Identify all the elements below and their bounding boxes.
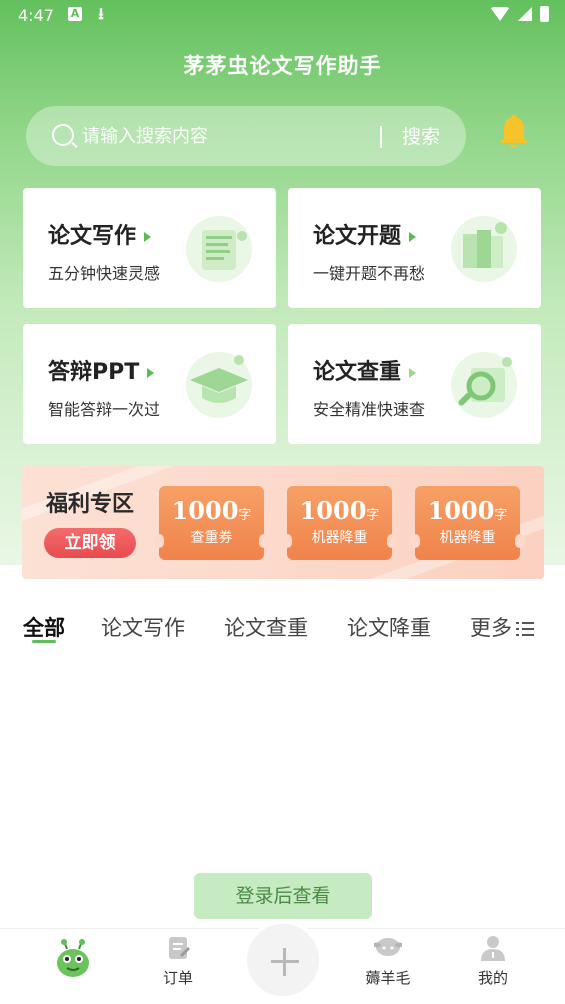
feature-title: 论文查重 (313, 360, 402, 385)
feature-title-row: 论文开题 (313, 218, 417, 250)
coupon-unit: 字 (238, 508, 252, 523)
caterpillar-mascot-icon (57, 939, 89, 977)
coupon-amount: 1000 (171, 496, 239, 525)
add-button[interactable] (243, 920, 323, 1000)
page-title: 茅茅虫论文写作助手 (183, 54, 382, 78)
magnifier-document-icon (451, 352, 517, 418)
feature-title: 答辩PPT (48, 360, 140, 385)
nav-label-wool: 薅羊毛 (365, 969, 411, 987)
feature-card-defense-ppt[interactable]: 答辩PPT 智能答辩一次过 (23, 324, 276, 444)
battery-icon (540, 6, 549, 22)
login-to-view-button[interactable]: 登录后查看 (194, 873, 372, 919)
coupon-plagiarism[interactable]: 1000字 查重券 (154, 486, 269, 560)
active-tab-indicator (32, 640, 56, 643)
search-divider (380, 126, 382, 148)
welfare-title: 福利专区 (46, 492, 135, 517)
download-icon: ⭳ (98, 4, 104, 23)
nav-label-mine: 我的 (477, 969, 508, 987)
feature-subtitle: 五分钟快速灵感 (48, 264, 161, 283)
coupon-amount-row: 1000字 (159, 496, 264, 525)
arrow-right-icon (144, 232, 152, 242)
books-icon (451, 216, 517, 282)
tab-rewrite[interactable]: 论文降重 (347, 612, 431, 642)
list-icon (516, 620, 534, 636)
coupon-rewrite-1[interactable]: 1000字 机器降重 (282, 486, 397, 560)
coupon-unit: 字 (494, 508, 508, 523)
user-profile-icon (481, 936, 505, 961)
tab-paper-writing[interactable]: 论文写作 (101, 612, 185, 642)
feature-title-row: 答辩PPT (48, 354, 155, 386)
feature-title: 论文写作 (48, 224, 137, 249)
nav-home[interactable] (33, 929, 113, 1004)
tab-more-label: 更多 (470, 616, 512, 640)
status-time: 4:47 (18, 6, 54, 25)
search-icon (52, 124, 74, 146)
order-document-icon (169, 937, 190, 959)
arrow-right-icon (147, 368, 155, 378)
app-notification-icon: A (68, 7, 82, 21)
coupon-amount-row: 1000字 (287, 496, 392, 525)
status-bar: 4:47 A ⭳ (0, 0, 565, 32)
tab-all[interactable]: 全部 (23, 612, 65, 642)
coupon-amount: 1000 (299, 496, 367, 525)
sheep-icon (374, 938, 402, 956)
feature-subtitle: 安全精准快速查 (313, 400, 426, 419)
coupon-rewrite-2[interactable]: 1000字 机器降重 (410, 486, 525, 560)
arrow-right-icon (409, 232, 417, 242)
tab-plagiarism-check[interactable]: 论文查重 (224, 612, 308, 642)
nav-label-orders: 订单 (162, 969, 193, 987)
category-tabs: 全部 论文写作 论文查重 论文降重 更多 (0, 608, 565, 648)
nav-wool[interactable]: 薅羊毛 (348, 929, 428, 1004)
coupon-amount: 1000 (427, 496, 495, 525)
scroll-document-icon (186, 216, 252, 282)
bell-icon[interactable] (498, 114, 530, 152)
feature-card-plagiarism-check[interactable]: 论文查重 安全精准快速查 (288, 324, 541, 444)
feature-card-paper-proposal[interactable]: 论文开题 一键开题不再愁 (288, 188, 541, 308)
coupon-amount-row: 1000字 (415, 496, 520, 525)
search-button[interactable]: 搜索 (402, 122, 440, 149)
search-input[interactable] (82, 124, 372, 148)
feature-subtitle: 一键开题不再愁 (313, 264, 426, 283)
wifi-icon (490, 7, 510, 21)
badge-icon (409, 368, 417, 378)
graduation-cap-icon (186, 352, 252, 418)
feature-title: 论文开题 (313, 224, 402, 249)
claim-button[interactable]: 立即领 (44, 528, 136, 558)
feature-card-paper-writing[interactable]: 论文写作 五分钟快速灵感 (23, 188, 276, 308)
feature-title-row: 论文写作 (48, 218, 152, 250)
coupon-label: 机器降重 (439, 530, 496, 546)
coupon-unit: 字 (366, 508, 380, 523)
plus-icon-vertical (283, 948, 286, 976)
coupon-label: 查重券 (190, 530, 233, 546)
feature-title-row: 论文查重 (313, 354, 417, 386)
nav-mine[interactable]: 我的 (453, 929, 533, 1004)
tab-more[interactable]: 更多 (470, 612, 534, 642)
search-bar[interactable]: 搜索 (26, 106, 466, 166)
nav-orders[interactable]: 订单 (138, 929, 218, 1004)
welfare-banner: 福利专区 立即领 1000字 查重券 1000字 机器降重 1000字 机器降重 (22, 466, 544, 579)
signal-icon (518, 7, 532, 21)
feature-subtitle: 智能答辩一次过 (48, 400, 161, 419)
coupon-label: 机器降重 (311, 530, 368, 546)
